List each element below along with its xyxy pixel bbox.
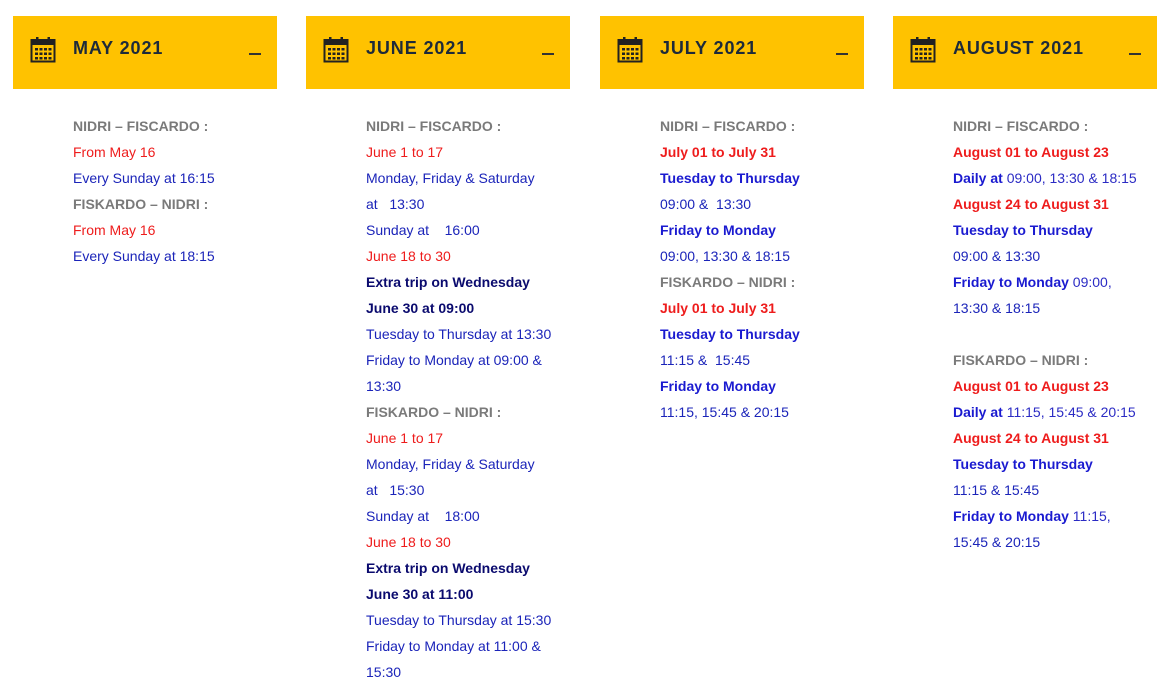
route-label: FISKARDO – NIDRI : <box>366 404 502 420</box>
schedule-time: Friday to Monday 11:15, <box>953 508 1111 524</box>
extra-trip-note: Extra trip on Wednesday <box>366 560 530 576</box>
schedule-time: 15:45 & 20:15 <box>953 534 1041 550</box>
schedule-time: 11:15 & 15:45 <box>953 482 1040 498</box>
date-range: June 1 to 17 <box>366 430 444 446</box>
month-july: JULY 2021 NIDRI – FISCARDO : July 01 to … <box>600 16 864 425</box>
schedule-days: Friday to Monday <box>660 378 776 394</box>
extra-trip-note: June 30 at 09:00 <box>366 300 475 316</box>
schedule-days: Monday, Friday & Saturday <box>366 456 535 472</box>
schedule-time: 13:30 & 18:15 <box>953 300 1041 316</box>
schedule-content: NIDRI – FISCARDO : June 1 to 17 Monday, … <box>306 89 570 685</box>
collapse-toggle-icon[interactable] <box>1129 53 1141 55</box>
date-range: August 24 to August 31 <box>953 430 1109 446</box>
date-range: From May 16 <box>73 222 156 238</box>
schedule-days: Monday, Friday & Saturday <box>366 170 535 186</box>
schedule-time: Friday to Monday 09:00, <box>953 274 1112 290</box>
month-august: AUGUST 2021 NIDRI – FISCARDO : August 01… <box>893 16 1157 555</box>
date-range: June 1 to 17 <box>366 144 444 160</box>
month-title: JUNE 2021 <box>366 38 468 58</box>
schedule-time: 09:00, 13:30 & 18:15 <box>660 248 790 264</box>
month-header-august[interactable]: AUGUST 2021 <box>893 16 1157 89</box>
schedule-days: Tuesday to Thursday <box>953 222 1093 238</box>
schedule-time: at 13:30 <box>366 196 425 212</box>
date-range: July 01 to July 31 <box>660 300 776 316</box>
calendar-icon <box>323 37 349 63</box>
schedule-time: 15:30 <box>366 664 402 680</box>
month-header-may[interactable]: MAY 2021 <box>13 16 277 89</box>
schedule-time: Sunday at 18:00 <box>366 508 480 524</box>
date-range: June 18 to 30 <box>366 534 451 550</box>
route-label: FISKARDO – NIDRI : <box>953 352 1089 368</box>
date-range: June 18 to 30 <box>366 248 451 264</box>
schedule-days: Tuesday to Thursday <box>953 456 1093 472</box>
extra-trip-note: June 30 at 11:00 <box>366 586 474 602</box>
month-header-june[interactable]: JUNE 2021 <box>306 16 570 89</box>
schedule-time: 11:15 & 15:45 <box>660 352 751 368</box>
month-title: MAY 2021 <box>73 38 164 58</box>
date-range: August 24 to August 31 <box>953 196 1109 212</box>
route-label: FISKARDO – NIDRI : <box>73 196 209 212</box>
collapse-toggle-icon[interactable] <box>836 53 848 55</box>
schedule-time: 13:30 <box>366 378 402 394</box>
date-range: August 01 to August 23 <box>953 378 1109 394</box>
collapse-toggle-icon[interactable] <box>542 53 554 55</box>
schedule-time: Every Sunday at 16:15 <box>73 170 215 186</box>
schedule-content: NIDRI – FISCARDO : July 01 to July 31 Tu… <box>600 89 864 425</box>
schedule-time: at 15:30 <box>366 482 425 498</box>
schedule-time: 11:15, 15:45 & 20:15 <box>660 404 789 420</box>
month-may: MAY 2021 NIDRI – FISCARDO : From May 16 … <box>13 16 277 269</box>
schedule-time: Friday to Monday at 11:00 & <box>366 638 541 654</box>
schedule-time: Tuesday to Thursday at 13:30 <box>366 326 552 342</box>
schedule-days: Tuesday to Thursday <box>660 326 800 342</box>
schedule-time: Daily at 11:15, 15:45 & 20:15 <box>953 404 1136 420</box>
month-june: JUNE 2021 NIDRI – FISCARDO : June 1 to 1… <box>306 16 570 685</box>
schedule-time: Daily at 09:00, 13:30 & 18:15 <box>953 170 1137 186</box>
month-title: JULY 2021 <box>660 38 758 58</box>
route-label: NIDRI – FISCARDO : <box>953 118 1089 134</box>
schedule-days: Friday to Monday <box>660 222 776 238</box>
calendar-icon <box>910 37 936 63</box>
schedule-time: Every Sunday at 18:15 <box>73 248 215 264</box>
date-range: From May 16 <box>73 144 156 160</box>
route-label: NIDRI – FISCARDO : <box>366 118 502 134</box>
date-range: August 01 to August 23 <box>953 144 1109 160</box>
collapse-toggle-icon[interactable] <box>249 53 261 55</box>
schedule-content: NIDRI – FISCARDO : August 01 to August 2… <box>893 89 1157 555</box>
month-header-july[interactable]: JULY 2021 <box>600 16 864 89</box>
route-label: NIDRI – FISCARDO : <box>73 118 209 134</box>
schedule-time: Sunday at 16:00 <box>366 222 480 238</box>
schedule-content: NIDRI – FISCARDO : From May 16 Every Sun… <box>13 89 277 269</box>
route-label: NIDRI – FISCARDO : <box>660 118 796 134</box>
route-label: FISKARDO – NIDRI : <box>660 274 796 290</box>
calendar-icon <box>30 37 56 63</box>
calendar-icon <box>617 37 643 63</box>
schedule-time: Friday to Monday at 09:00 & <box>366 352 542 368</box>
schedule-time: 09:00 & 13:30 <box>953 248 1041 264</box>
date-range: July 01 to July 31 <box>660 144 776 160</box>
schedule-days: Tuesday to Thursday <box>660 170 800 186</box>
schedule-time: Tuesday to Thursday at 15:30 <box>366 612 552 628</box>
month-title: AUGUST 2021 <box>953 38 1084 58</box>
schedule-time: 09:00 & 13:30 <box>660 196 752 212</box>
extra-trip-note: Extra trip on Wednesday <box>366 274 530 290</box>
